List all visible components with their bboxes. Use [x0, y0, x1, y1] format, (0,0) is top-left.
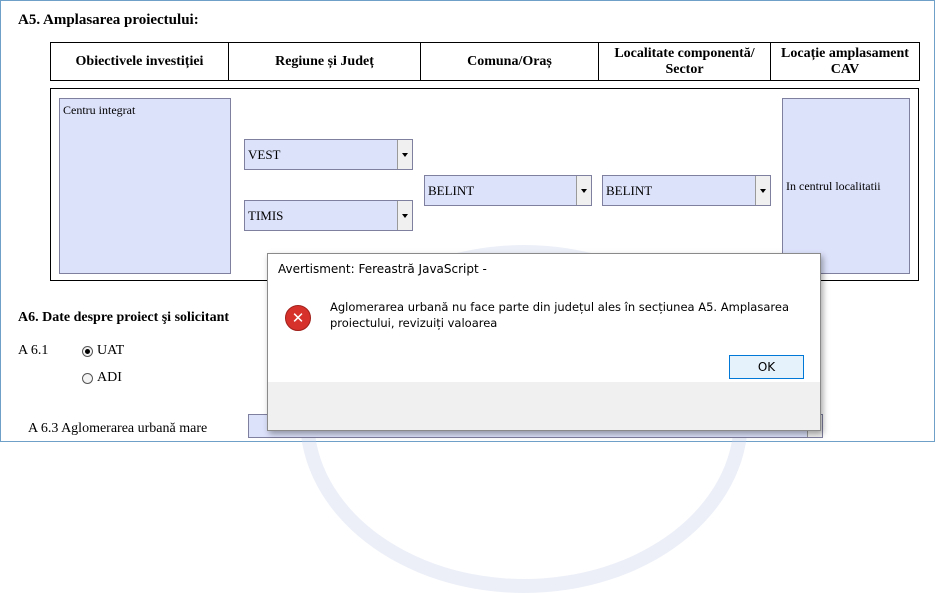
error-icon: ✕ [285, 305, 311, 331]
dialog-message: Aglomerarea urbană nu face parte din jud… [330, 300, 789, 330]
chevron-down-icon[interactable] [397, 201, 412, 230]
objective-textarea[interactable]: Centru integrat [59, 98, 231, 274]
region-select-value: VEST [248, 147, 281, 162]
chevron-down-icon[interactable] [397, 140, 412, 169]
header-objectives: Obiectivele investiției [50, 42, 229, 81]
dialog-title: Avertisment: Fereastră JavaScript - [268, 254, 820, 285]
region-select[interactable]: VEST [244, 139, 413, 170]
header-commune-town: Comuna/Oraș [420, 42, 599, 81]
a63-label: A 6.3 Aglomerarea urbană mare [28, 421, 208, 436]
radio-adi-label: ADI [97, 370, 122, 385]
radio-unchecked-icon[interactable] [82, 372, 93, 384]
dialog-footer [268, 382, 820, 430]
chevron-down-icon[interactable] [576, 176, 591, 205]
radio-uat[interactable]: UAT [82, 343, 124, 359]
commune-select-value: BELINT [428, 183, 475, 198]
javascript-alert-dialog: Avertisment: Fereastră JavaScript - ✕ Ag… [267, 253, 821, 431]
commune-select[interactable]: BELINT [424, 175, 592, 206]
header-region-county: Regiune și Județ [228, 42, 421, 81]
location-table-header: Obiectivele investiției Regiune și Județ… [50, 42, 920, 81]
locality-select[interactable]: BELINT [602, 175, 771, 206]
header-cav-location: Locație amplasament CAV [770, 42, 920, 81]
section-a6-title: A6. Date despre proiect şi solicitant [18, 310, 230, 325]
cav-location-textarea[interactable]: In centrul localitatii [782, 98, 910, 274]
section-a5-title: A5. Amplasarea proiectului: [18, 12, 199, 28]
ok-button[interactable]: OK [729, 355, 804, 379]
radio-checked-icon[interactable] [82, 345, 93, 357]
county-select[interactable]: TIMIS [244, 200, 413, 231]
header-locality-sector: Localitate componentă/ Sector [598, 42, 771, 81]
radio-adi[interactable]: ADI [82, 370, 122, 386]
county-select-value: TIMIS [248, 208, 284, 223]
chevron-down-icon[interactable] [755, 176, 770, 205]
radio-uat-label: UAT [97, 343, 125, 358]
a61-label: A 6.1 [18, 343, 49, 358]
locality-select-value: BELINT [606, 183, 653, 198]
